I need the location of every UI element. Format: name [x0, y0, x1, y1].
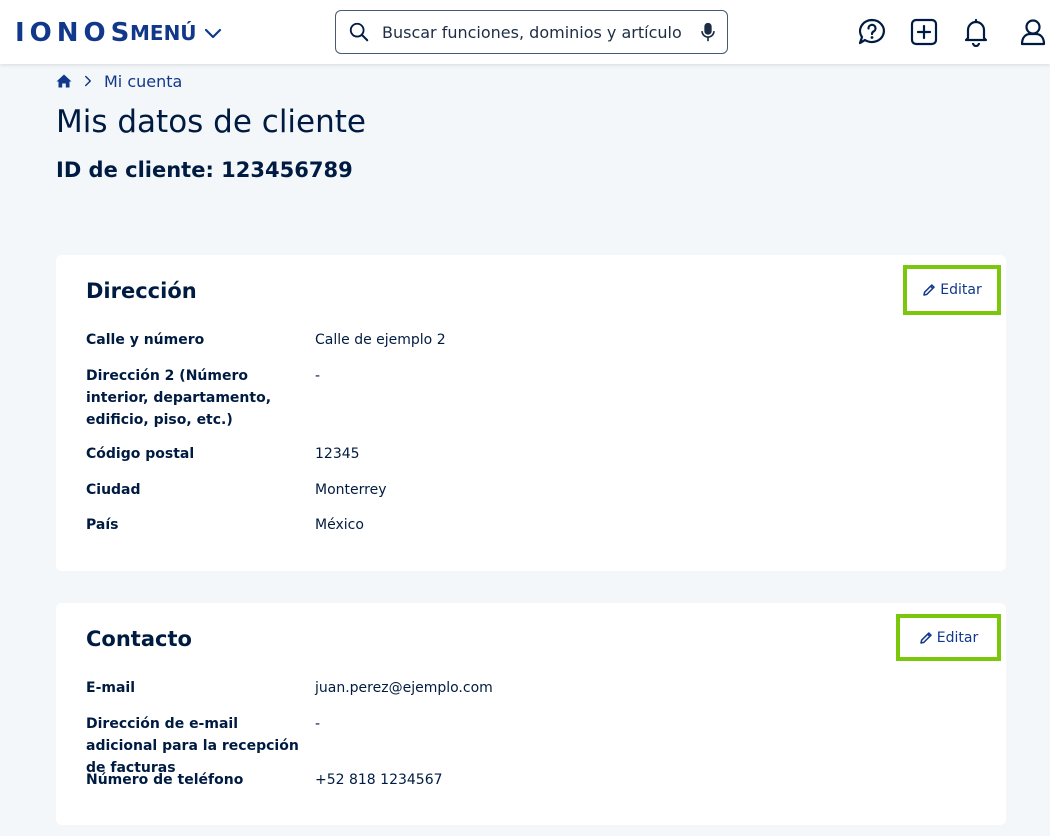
address-card: Dirección Editar Calle y número Calle de… [56, 255, 1006, 571]
help-chat-button[interactable] [857, 16, 887, 48]
top-navigation-bar: IONOS MENÚ [0, 0, 1050, 64]
search-input[interactable] [382, 22, 682, 42]
menu-button[interactable]: MENÚ [130, 18, 223, 48]
field-label: Número de teléfono [86, 772, 244, 788]
chevron-right-icon [85, 75, 91, 87]
pencil-icon [923, 284, 936, 296]
field-value: +52 818 1234567 [315, 772, 443, 788]
breadcrumb: Mi cuenta [56, 70, 182, 92]
field-value: 12345 [315, 446, 360, 462]
field-value: - [315, 368, 321, 384]
contact-edit-label: Editar [936, 629, 979, 646]
address-edit-button[interactable]: Editar [903, 265, 1001, 315]
home-icon[interactable] [56, 73, 72, 89]
field-label: Calle y número [86, 332, 205, 348]
field-value: Calle de ejemplo 2 [315, 332, 446, 348]
chevron-down-icon [204, 28, 221, 39]
address-heading: Dirección [86, 279, 197, 303]
customer-id: ID de cliente: 123456789 [56, 158, 353, 182]
microphone-icon[interactable] [699, 21, 717, 43]
contact-card: Contacto Editar E-mail juan.perez@ejempl… [56, 603, 1006, 825]
field-label: Ciudad [86, 482, 141, 498]
add-button[interactable] [909, 16, 939, 48]
field-label: E-mail [86, 680, 136, 696]
search-icon [349, 22, 369, 42]
add-icon [910, 18, 938, 46]
pencil-icon [920, 631, 932, 644]
contact-edit-button[interactable]: Editar [896, 614, 1001, 661]
breadcrumb-current[interactable]: Mi cuenta [104, 72, 182, 91]
bell-icon [964, 18, 988, 47]
user-icon [1020, 19, 1046, 46]
search-bar[interactable] [335, 10, 728, 54]
menu-label: MENÚ [130, 21, 197, 45]
contact-heading: Contacto [86, 627, 192, 651]
address-edit-label: Editar [940, 282, 982, 298]
field-label: País [86, 517, 119, 533]
notifications-button[interactable] [961, 16, 991, 48]
field-label: Código postal [86, 446, 195, 462]
field-value: juan.perez@ejemplo.com [315, 680, 493, 696]
help-chat-icon [858, 18, 885, 45]
field-value: México [315, 517, 364, 533]
field-value: Monterrey [315, 482, 387, 498]
field-value: - [315, 716, 321, 732]
page-title: Mis datos de cliente [56, 104, 366, 140]
user-account-button[interactable] [1018, 16, 1048, 48]
field-label: Dirección 2 (Número interior, departamen… [86, 368, 272, 428]
ionos-logo[interactable]: IONOS [15, 18, 134, 48]
